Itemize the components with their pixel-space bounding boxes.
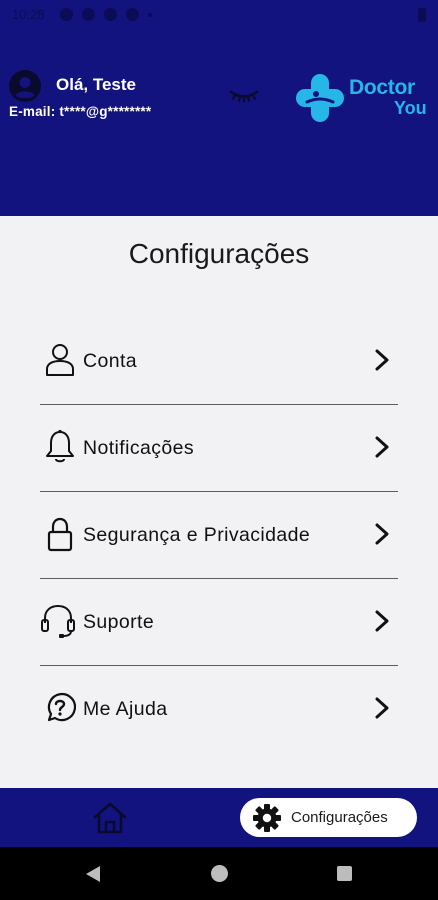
nav-settings-button[interactable]: Configurações — [240, 798, 417, 837]
chevron-right-icon — [375, 523, 389, 545]
menu-item-label: Segurança e Privacidade — [83, 524, 311, 546]
battery-icon — [418, 8, 426, 22]
logo-text-you: You — [394, 98, 427, 118]
nav-settings-label: Configurações — [291, 809, 388, 826]
recent-apps-icon[interactable] — [337, 866, 352, 881]
home-icon[interactable] — [90, 798, 130, 838]
status-time: 10:28 — [12, 7, 45, 22]
chevron-right-icon — [375, 436, 389, 458]
back-icon[interactable] — [85, 865, 101, 883]
chevron-right-icon — [375, 610, 389, 632]
logo-text-doctor: Doctor — [349, 76, 415, 99]
avatar-icon[interactable] — [9, 70, 41, 102]
user-email: E-mail: t****@g******** — [9, 104, 152, 119]
menu-item-label: Notificações — [83, 437, 195, 459]
menu-item-label: Conta — [83, 350, 138, 372]
gear-icon — [253, 804, 281, 832]
eye-closed-icon[interactable] — [229, 87, 259, 103]
system-navigation-bar — [0, 847, 438, 900]
settings-menu: Conta Notificações Segurança e Privacida… — [40, 318, 398, 753]
user-greeting: Olá, Teste — [56, 75, 136, 94]
status-bar: 10:28 — [0, 0, 438, 30]
home-circle-icon[interactable] — [211, 865, 228, 882]
menu-item-label: Suporte — [83, 611, 155, 633]
more-status-icon — [148, 13, 152, 17]
medical-cross-icon — [296, 74, 344, 122]
headset-icon — [41, 604, 75, 638]
menu-item-me-ajuda[interactable]: Me Ajuda — [40, 666, 398, 753]
doctor-you-logo: Doctor You — [294, 70, 432, 126]
settings-status-icon — [60, 8, 73, 21]
vpn-status-icon — [82, 8, 95, 21]
settings-content: Configurações Conta Notificações Seguran… — [0, 216, 438, 788]
menu-item-label: Me Ajuda — [83, 698, 168, 720]
chevron-right-icon — [375, 697, 389, 719]
chevron-right-icon — [375, 349, 389, 371]
user-icon — [46, 344, 74, 376]
data-saver-status-icon — [126, 8, 139, 21]
shield-status-icon — [104, 8, 117, 21]
lock-icon — [47, 517, 73, 552]
status-icons — [60, 8, 152, 21]
menu-item-conta[interactable]: Conta — [40, 318, 398, 405]
menu-item-suporte[interactable]: Suporte — [40, 579, 398, 666]
bell-icon — [46, 429, 74, 463]
app-header: Olá, Teste E-mail: t****@g******** Docto… — [0, 30, 438, 216]
bottom-navigation: Configurações — [0, 788, 438, 847]
help-circle-icon — [47, 693, 76, 722]
page-title: Configurações — [128, 238, 310, 269]
menu-item-notificacoes[interactable]: Notificações — [40, 405, 398, 492]
menu-item-seguranca[interactable]: Segurança e Privacidade — [40, 492, 398, 579]
